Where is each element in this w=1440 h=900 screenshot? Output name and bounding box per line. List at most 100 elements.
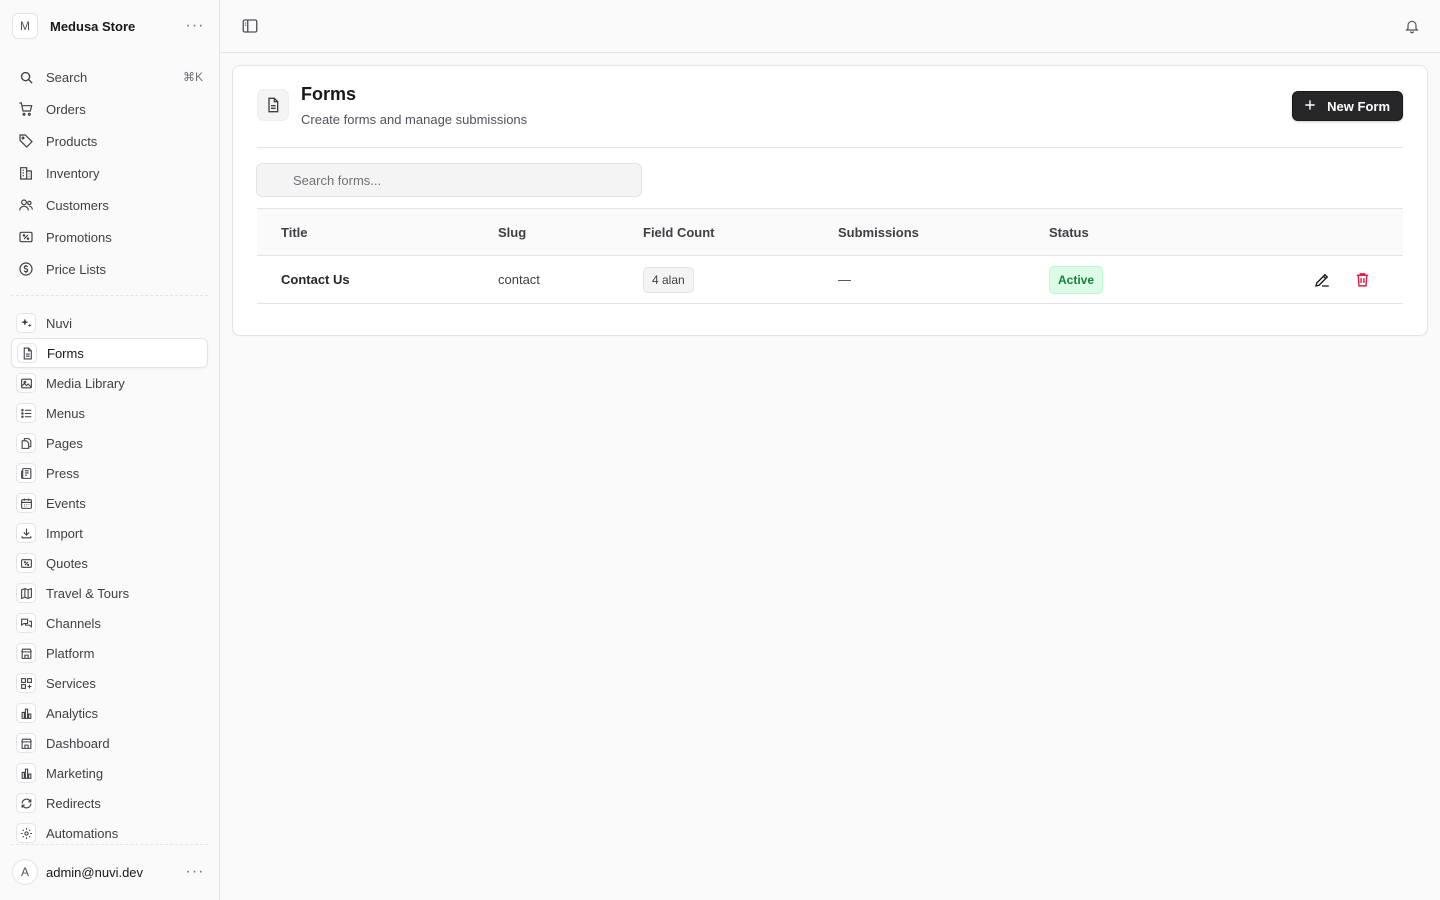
sidebar-item-label: Price Lists [46,261,106,277]
sidebar-item-pages[interactable]: Pages [11,428,208,458]
search-label: Search [46,69,88,85]
sidebar-item-label: Forms [47,345,84,361]
arrow-path-icon [16,793,36,813]
sidebar-item-nuvi[interactable]: Nuvi [11,308,208,338]
new-form-label: New Form [1327,98,1390,114]
search-nav-item[interactable]: Search ⌘K [11,62,208,92]
sidebar-item-price-lists[interactable]: Price Lists [11,254,208,284]
store-avatar: M [12,13,38,39]
building-icon [16,163,36,183]
user-email: admin@nuvi.dev [46,864,144,880]
sidebar-item-label: Automations [46,825,119,841]
store-name: Medusa Store [50,18,136,34]
search-shortcut: ⌘K [182,70,203,84]
sidebar-item-products[interactable]: Products [11,126,208,156]
map-icon [16,583,36,603]
sidebar-item-channels[interactable]: Channels [11,608,208,638]
users-icon [16,195,36,215]
table-row[interactable]: Contact Us contact 4 alan — Active [257,256,1403,304]
receipt-percent-icon [16,227,36,247]
sidebar-item-label: Inventory [46,165,100,181]
column-header-title[interactable]: Title [257,225,498,240]
sidebar-item-label: Nuvi [46,315,73,331]
store-switcher[interactable]: M Medusa Store ··· [0,0,219,52]
field-count-cell: 4 alan [643,266,838,293]
row-actions [1249,269,1403,291]
column-header-slug[interactable]: Slug [498,225,643,240]
page-title: Forms [301,84,357,104]
plus-icon [1303,98,1317,115]
new-form-button[interactable]: New Form [1292,91,1403,121]
documents-icon [16,433,36,453]
sidebar-item-label: Platform [46,645,95,661]
user-menu[interactable]: A admin@nuvi.dev ··· [0,856,219,888]
sidebar-item-customers[interactable]: Customers [11,190,208,220]
newspaper-icon [16,463,36,483]
user-avatar: A [12,859,38,885]
sidebar-toggle-icon[interactable] [238,14,262,38]
user-menu-icon[interactable]: ··· [183,864,207,880]
sidebar-item-label: Channels [46,615,101,631]
sidebar-item-label: Events [46,495,86,511]
column-header-status[interactable]: Status [1049,225,1249,240]
search-forms-input[interactable] [256,163,642,197]
cog-icon [16,823,36,843]
column-header-field-count[interactable]: Field Count [643,225,838,240]
sidebar-item-redirects[interactable]: Redirects [11,788,208,818]
sidebar-item-quotes[interactable]: Quotes [11,548,208,578]
sidebar-item-label: Customers [46,197,109,213]
building-storefront-icon [16,733,36,753]
sidebar-item-marketing[interactable]: Marketing [11,758,208,788]
sidebar-item-label: Press [46,465,80,481]
sidebar-item-label: Marketing [46,765,104,781]
sidebar-item-import[interactable]: Import [11,518,208,548]
sidebar-item-inventory[interactable]: Inventory [11,158,208,188]
document-icon [17,343,37,363]
sidebar: M Medusa Store ··· Search ⌘K Orders Prod… [0,0,220,900]
calendar-icon [16,493,36,513]
forms-table: Title Slug Field Count Submissions Statu… [257,208,1403,304]
sidebar-item-promotions[interactable]: Promotions [11,222,208,252]
sidebar-item-label: Promotions [46,229,112,245]
sidebar-item-events[interactable]: Events [11,488,208,518]
page-subtitle: Create forms and manage submissions [301,112,528,127]
submissions-cell: — [838,272,851,287]
sidebar-item-press[interactable]: Press [11,458,208,488]
sidebar-divider [11,295,208,296]
sparkles-icon [16,313,36,333]
topbar [220,0,1440,53]
tag-icon [16,131,36,151]
building-storefront-icon [16,643,36,663]
sidebar-item-label: Pages [46,435,83,451]
sidebar-item-label: Import [46,525,83,541]
sidebar-item-platform[interactable]: Platform [11,638,208,668]
status-cell: Active [1049,265,1249,294]
field-count-badge: 4 alan [643,266,694,293]
sidebar-item-analytics[interactable]: Analytics [11,698,208,728]
sidebar-item-label: Dashboard [46,735,110,751]
sidebar-item-travel-tours[interactable]: Travel & Tours [11,578,208,608]
sidebar-item-label: Menus [46,405,86,421]
sidebar-item-label: Analytics [46,705,99,721]
currency-dollar-icon [16,259,36,279]
trash-icon[interactable] [1351,269,1373,291]
sidebar-item-media-library[interactable]: Media Library [11,368,208,398]
sidebar-item-menus[interactable]: Menus [11,398,208,428]
forms-card: Forms Create forms and manage submission… [232,65,1428,336]
column-header-submissions[interactable]: Submissions [838,225,1049,240]
sidebar-item-orders[interactable]: Orders [11,94,208,124]
main-content: Forms Create forms and manage submission… [220,0,1440,900]
chart-bar-icon [16,763,36,783]
edit-icon[interactable] [1311,269,1333,291]
sidebar-item-label: Quotes [46,555,88,571]
sidebar-item-dashboard[interactable]: Dashboard [11,728,208,758]
sidebar-item-services[interactable]: Services [11,668,208,698]
sidebar-item-label: Products [46,133,98,149]
store-menu-icon[interactable]: ··· [183,18,207,34]
bell-icon[interactable] [1400,14,1424,38]
sidebar-item-forms[interactable]: Forms [11,338,208,368]
list-bullet-icon [16,403,36,423]
form-title-cell: Contact Us [281,272,350,287]
search-icon [16,67,36,87]
page-header: Forms Create forms and manage submission… [257,66,1403,148]
